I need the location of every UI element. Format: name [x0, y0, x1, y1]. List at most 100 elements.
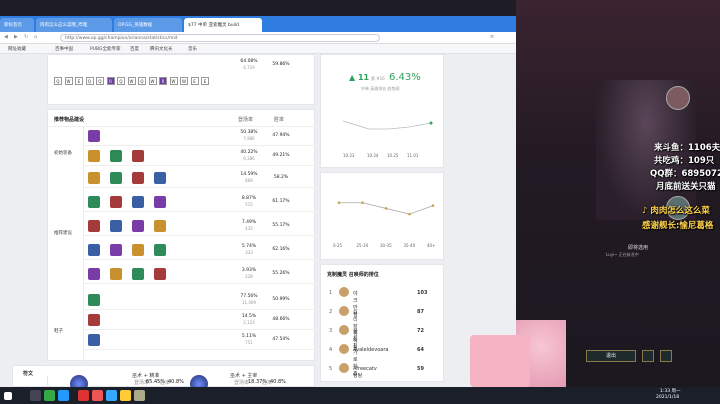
divider — [83, 126, 84, 362]
item-icon[interactable] — [132, 244, 144, 256]
forward-icon[interactable]: ▶ — [14, 34, 18, 40]
item-icon[interactable] — [88, 196, 100, 208]
item-icon[interactable] — [110, 150, 122, 162]
divider — [84, 187, 316, 188]
chat-icon[interactable] — [642, 350, 654, 362]
item-icon[interactable] — [154, 244, 166, 256]
bookmark-item[interactable]: 百事中国 — [55, 46, 73, 52]
item-win: 49.21% — [272, 153, 290, 158]
counter-name[interactable]: Avaleldevoara — [353, 347, 388, 353]
bookmark-item[interactable]: 百度 — [130, 46, 139, 52]
item-icon[interactable] — [110, 268, 122, 280]
counter-avatar — [339, 306, 349, 316]
item-win: 61.17% — [272, 199, 290, 204]
length-winrate-chart: 0-25 25-30 30-35 35-40 40+ — [333, 201, 435, 248]
item-icon[interactable] — [154, 196, 166, 208]
item-icon[interactable] — [88, 150, 100, 162]
bookmark-item[interactable]: 音乐 — [188, 46, 197, 52]
item-icon[interactable] — [132, 220, 144, 232]
col-win: 胜率 — [274, 117, 285, 123]
skill-order-panel: 64.08% 4,719 59.86% QWEQQRQWQWRWWEE — [47, 54, 315, 105]
winrate-point — [337, 201, 341, 205]
winrate-point — [361, 201, 364, 205]
item-icon[interactable] — [88, 172, 100, 184]
item-icon[interactable] — [132, 150, 144, 162]
item-icon[interactable] — [88, 294, 100, 306]
skill-key: Q — [54, 77, 62, 85]
skill-key: W — [127, 77, 136, 85]
back-icon[interactable]: ◀ — [4, 34, 8, 40]
windows-icon[interactable] — [4, 392, 12, 400]
divider — [84, 259, 316, 260]
app-icon[interactable] — [30, 390, 41, 401]
x-tick: 40+ — [427, 243, 435, 248]
counter-name[interactable]: Afreecatv 텅텅 — [353, 366, 377, 379]
counter-games: 64 — [417, 347, 424, 353]
item-count: 6,386 — [243, 156, 255, 161]
trend-label: 中单 英雄排名 趋势图 — [361, 86, 400, 91]
runes-row: 巫术 + 精准 登场率 65.45% 胜率 40.8% 巫术 + 主宰 登场率 … — [47, 373, 315, 387]
item-icon[interactable] — [110, 196, 122, 208]
item-pick: 5.74% — [241, 244, 257, 249]
settings-icon[interactable] — [660, 350, 672, 362]
item-win: 55.26% — [272, 271, 290, 276]
divider — [84, 329, 316, 330]
app-icon[interactable] — [58, 390, 69, 401]
url-input[interactable]: http://www.op.gg/champion/orianna/statis… — [60, 34, 380, 42]
exit-button[interactable]: 退出 — [586, 350, 636, 362]
counter-avatar — [339, 325, 349, 335]
app-icon[interactable] — [134, 390, 145, 401]
tab-2[interactable]: 肉肉怎么这么菜哦_哔哩 — [36, 18, 112, 32]
rune-name-1: 巫术 + 精准 — [132, 373, 160, 379]
home-icon[interactable]: ⌂ — [34, 34, 37, 40]
item-icon[interactable] — [154, 268, 166, 280]
item-icon[interactable] — [88, 130, 100, 142]
item-win: 55.17% — [272, 223, 290, 228]
bookmark-item[interactable]: 网址收藏 — [8, 46, 26, 52]
tab-1[interactable]: 新标签页 — [0, 18, 34, 32]
item-count: 11,409 — [242, 300, 256, 305]
app-icon[interactable] — [44, 390, 55, 401]
tab-3[interactable]: OP.GG_英雄数据 — [114, 18, 182, 32]
item-icon[interactable] — [110, 220, 122, 232]
trend-winrate: 6.43% — [389, 72, 421, 83]
runes-title: 符文 — [23, 371, 34, 377]
item-icon[interactable] — [132, 172, 144, 184]
skill-key: W — [169, 77, 178, 85]
app-icon[interactable] — [92, 390, 103, 401]
divider — [84, 235, 316, 236]
item-count: 7,986 — [243, 136, 255, 141]
menu-icon[interactable]: ≡ — [490, 34, 494, 40]
app-icon[interactable] — [78, 390, 89, 401]
tab-4[interactable]: $77 中单 亚索魔灵 build — [184, 18, 262, 32]
length-winrate-panel: 0-25 25-30 30-35 35-40 40+ — [320, 172, 444, 260]
item-icon[interactable] — [154, 220, 166, 232]
item-icon[interactable] — [88, 268, 100, 280]
item-icon[interactable] — [154, 172, 166, 184]
tab-label: 肉肉怎么这么菜哦_哔哩 — [40, 23, 88, 28]
counter-games: 103 — [417, 290, 428, 296]
item-icon[interactable] — [88, 314, 100, 326]
divider — [84, 145, 316, 146]
item-icon[interactable] — [110, 172, 122, 184]
item-icon[interactable] — [132, 268, 144, 280]
refresh-icon[interactable]: ↻ — [24, 34, 28, 40]
item-icon[interactable] — [88, 244, 100, 256]
winrate-point — [408, 212, 411, 216]
game-client: 来斗鱼：1106夫 共吃鸡：109只 QQ群：689507299 月底前送关只猫… — [516, 0, 720, 387]
bookmark-item[interactable]: 腾讯文化长 — [150, 46, 173, 52]
app-icon[interactable] — [120, 390, 131, 401]
item-icon[interactable] — [132, 196, 144, 208]
bookmark-item[interactable]: PUBG全能专家 — [90, 46, 121, 52]
skill-key: W — [148, 77, 157, 85]
item-pick: 50.38% — [240, 130, 258, 135]
cat-build: 推荐建设 — [54, 231, 72, 236]
item-icon[interactable] — [88, 220, 100, 232]
rune-pick-label: 登场率 — [234, 380, 250, 386]
app-icon[interactable] — [106, 390, 117, 401]
item-icon[interactable] — [88, 334, 100, 346]
item-count: 228 — [245, 274, 253, 279]
col-pick: 登场率 — [238, 117, 254, 123]
skill-winrate: 59.86% — [272, 62, 290, 67]
item-icon[interactable] — [110, 244, 122, 256]
